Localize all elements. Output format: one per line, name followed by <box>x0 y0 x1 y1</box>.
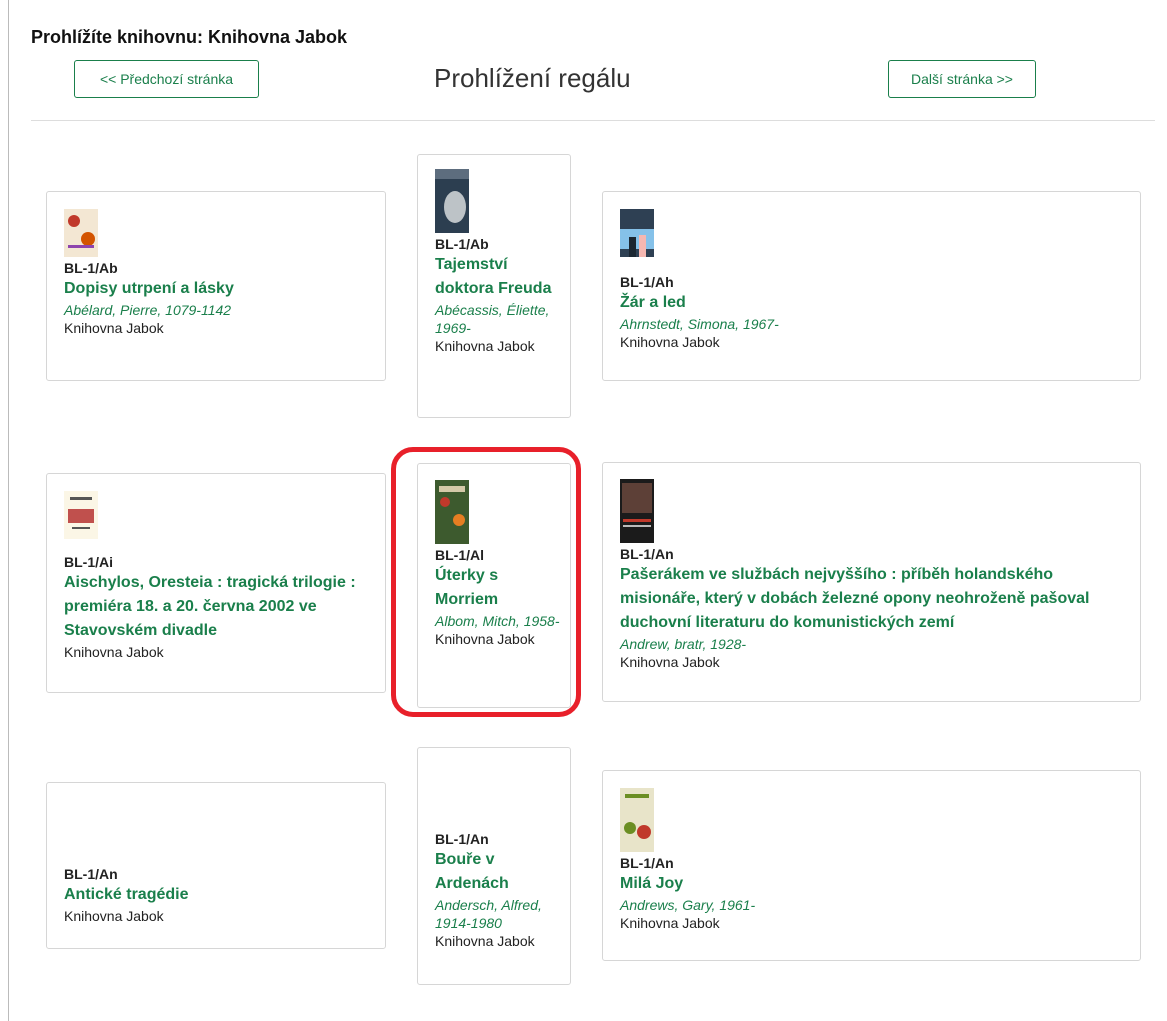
next-page-button[interactable]: Další stránka >> <box>888 60 1036 98</box>
library-name: Knihovna Jabok <box>435 631 535 647</box>
book-card: BL-1/Al Úterky s Morriem Albom, Mitch, 1… <box>417 463 571 708</box>
book-author-link[interactable]: Albom, Mitch, 1958- <box>435 612 560 630</box>
shelfmark: BL-1/Al <box>435 547 484 563</box>
left-border <box>8 0 9 1021</box>
shelfmark: BL-1/Ab <box>435 236 489 252</box>
book-card: BL-1/An Bouře v Ardenách Andersch, Alfre… <box>417 747 571 985</box>
book-title-link[interactable]: Milá Joy <box>620 872 1130 896</box>
book-title-link[interactable]: Žár a led <box>620 291 1130 315</box>
book-card: BL-1/An Milá Joy Andrews, Gary, 1961- Kn… <box>602 770 1141 961</box>
book-card: BL-1/Ab Tajemství doktora Freuda Abécass… <box>417 154 571 418</box>
book-author-link[interactable]: Andrew, bratr, 1928- <box>620 635 1130 653</box>
library-name: Knihovna Jabok <box>64 908 164 924</box>
library-name: Knihovna Jabok <box>435 933 535 949</box>
book-cover-image[interactable] <box>620 788 654 852</box>
book-card: BL-1/Ai Aischylos, Oresteia : tragická t… <box>46 473 386 693</box>
shelfmark: BL-1/Ab <box>64 260 118 276</box>
book-card: BL-1/Ab Dopisy utrpení a lásky Abélard, … <box>46 191 386 381</box>
book-title-link[interactable]: Tajemství doktora Freuda <box>435 253 560 301</box>
book-author-link[interactable]: Abécassis, Éliette, 1969- <box>435 301 560 337</box>
library-heading: Prohlížíte knihovnu: Knihovna Jabok <box>31 27 348 47</box>
library-name: Knihovna Jabok <box>620 654 720 670</box>
book-cover-image[interactable] <box>435 480 469 544</box>
book-author-link[interactable]: Andrews, Gary, 1961- <box>620 896 1130 914</box>
library-name: Knihovna Jabok <box>620 915 720 931</box>
book-cover-image[interactable] <box>64 491 98 539</box>
book-title-link[interactable]: Pašerákem ve službách nejvyššího : příbě… <box>620 563 1130 635</box>
book-cover-image[interactable] <box>64 209 98 257</box>
book-cover-image[interactable] <box>620 209 654 257</box>
book-cover-image[interactable] <box>620 479 654 543</box>
library-name: Knihovna Jabok <box>435 338 535 354</box>
book-author-link[interactable]: Abélard, Pierre, 1079-1142 <box>64 301 375 319</box>
book-title-link[interactable]: Aischylos, Oresteia : tragická trilogie … <box>64 571 375 643</box>
library-name: Knihovna Jabok <box>620 334 720 350</box>
book-title-link[interactable]: Dopisy utrpení a lásky <box>64 277 375 301</box>
shelfmark: BL-1/An <box>620 546 674 562</box>
book-card: BL-1/Ah Žár a led Ahrnstedt, Simona, 196… <box>602 191 1141 381</box>
shelfmark: BL-1/Ah <box>620 274 674 290</box>
page-title: Prohlížení regálu <box>434 63 631 93</box>
book-author-link[interactable]: Andersch, Alfred, 1914-1980 <box>435 896 560 932</box>
library-name: Knihovna Jabok <box>64 644 164 660</box>
shelfmark: BL-1/Ai <box>64 554 113 570</box>
previous-page-button[interactable]: << Předchozí stránka <box>74 60 259 98</box>
book-title-link[interactable]: Úterky s Morriem <box>435 564 560 612</box>
shelfmark: BL-1/An <box>620 855 674 871</box>
shelfmark: BL-1/An <box>435 831 489 847</box>
book-cover-image[interactable] <box>435 169 469 233</box>
book-card: BL-1/An Antické tragédie Knihovna Jabok <box>46 782 386 949</box>
book-author-link[interactable]: Ahrnstedt, Simona, 1967- <box>620 315 1130 333</box>
divider <box>31 120 1155 121</box>
book-title-link[interactable]: Antické tragédie <box>64 883 375 907</box>
library-name: Knihovna Jabok <box>64 320 164 336</box>
book-title-link[interactable]: Bouře v Ardenách <box>435 848 560 896</box>
shelfmark: BL-1/An <box>64 866 118 882</box>
book-card: BL-1/An Pašerákem ve službách nejvyššího… <box>602 462 1141 702</box>
